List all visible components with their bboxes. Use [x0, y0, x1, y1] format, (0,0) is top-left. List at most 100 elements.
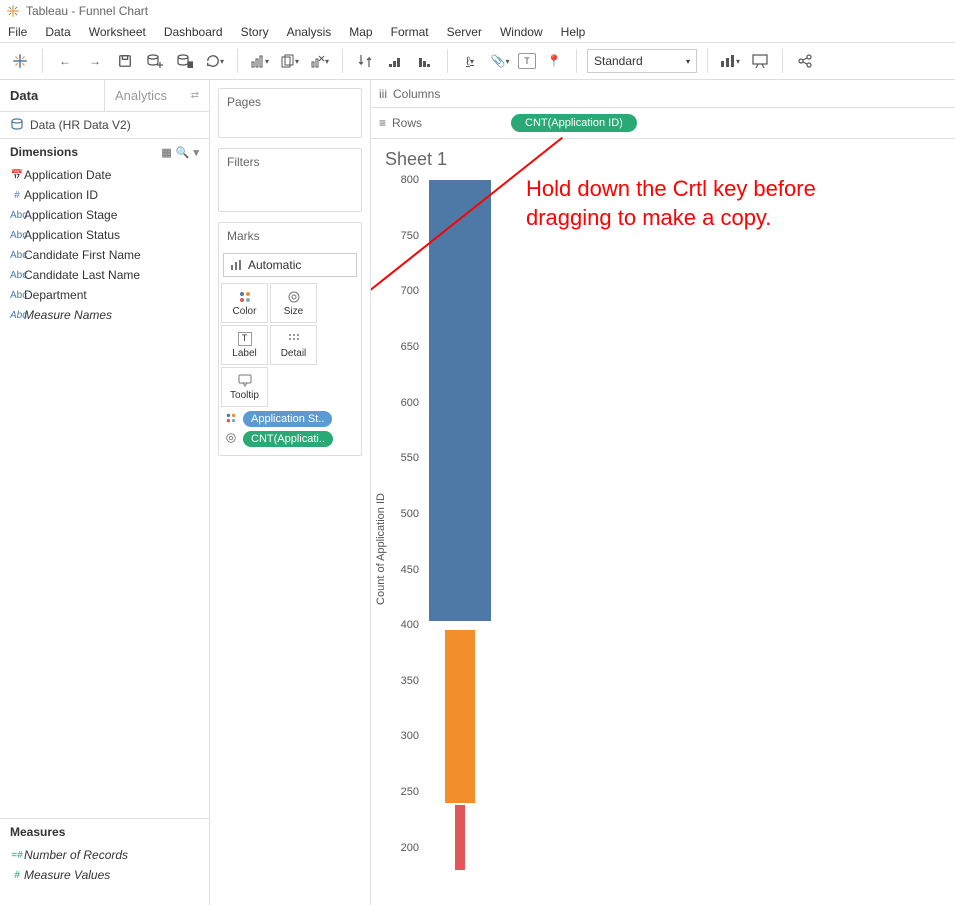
pages-shelf[interactable]: Pages	[218, 88, 362, 138]
titlebar: Tableau - Funnel Chart	[0, 0, 955, 22]
search-icon[interactable]: 🔍	[176, 146, 190, 159]
menu-analysis[interactable]: Analysis	[287, 25, 332, 39]
menu-server[interactable]: Server	[447, 25, 482, 39]
size-button[interactable]: Size	[270, 283, 317, 323]
show-me-button[interactable]: ▾	[718, 49, 742, 73]
y-tick: 500	[401, 508, 419, 520]
save-button[interactable]	[113, 49, 137, 73]
new-datasource-button[interactable]	[143, 49, 167, 73]
datasource-row[interactable]: Data (HR Data V2)	[0, 112, 209, 139]
mark-type-dropdown[interactable]: Automatic	[223, 253, 357, 277]
y-tick: 200	[401, 842, 419, 854]
y-tick: 300	[401, 730, 419, 742]
menu-icon[interactable]: ▾	[193, 146, 199, 159]
swap-button[interactable]	[353, 49, 377, 73]
label-icon: T	[238, 332, 252, 346]
tooltip-icon	[238, 374, 252, 388]
bar-segment[interactable]	[455, 805, 465, 870]
menu-format[interactable]: Format	[391, 25, 429, 39]
tab-analytics[interactable]: Analytics⇄	[104, 80, 209, 111]
rows-pill-cnt-application-id[interactable]: CNT(Application ID)	[511, 114, 637, 132]
y-tick: 650	[401, 341, 419, 353]
menu-map[interactable]: Map	[349, 25, 372, 39]
back-button[interactable]: ←	[53, 49, 77, 73]
menu-data[interactable]: Data	[45, 25, 70, 39]
shelves-column: Pages Filters Marks Automatic Color Size…	[210, 80, 370, 905]
size-icon	[287, 290, 301, 304]
group-button[interactable]: 📎▾	[488, 49, 512, 73]
dimensions-header: Dimensions ▦ 🔍 ▾	[0, 139, 209, 165]
new-sheet-button[interactable]: ▾	[248, 49, 272, 73]
sort-desc-button[interactable]	[413, 49, 437, 73]
detail-button[interactable]: Detail	[270, 325, 317, 365]
columns-icon: iii	[379, 87, 387, 101]
color-icon	[238, 290, 252, 304]
menu-help[interactable]: Help	[561, 25, 586, 39]
text-icon: Abc	[10, 270, 24, 281]
label-button[interactable]: TLabel	[221, 325, 268, 365]
tableau-home-icon[interactable]	[8, 49, 32, 73]
bar-segment[interactable]	[445, 630, 475, 804]
chart-area: Count of Application ID 2002503003504004…	[371, 180, 955, 905]
plot-area	[425, 180, 935, 870]
text-icon: Abc	[10, 290, 24, 301]
field-candidate-first-name[interactable]: AbcCandidate First Name	[0, 245, 209, 265]
bar-segment[interactable]	[429, 180, 491, 621]
fit-dropdown[interactable]: Standard▾	[587, 49, 697, 73]
pause-updates-button[interactable]	[173, 49, 197, 73]
menu-worksheet[interactable]: Worksheet	[89, 25, 146, 39]
view-mode-icon[interactable]: ▦	[161, 146, 171, 159]
tab-data[interactable]: Data	[0, 80, 104, 111]
date-icon: 📅	[10, 170, 24, 181]
columns-shelf[interactable]: iiiColumns	[371, 80, 955, 108]
rows-shelf[interactable]: ≡Rows CNT(Application ID)	[371, 108, 955, 139]
marks-card: Marks Automatic Color Size TLabel Detail…	[218, 222, 362, 456]
sort-asc-button[interactable]	[383, 49, 407, 73]
menu-story[interactable]: Story	[241, 25, 269, 39]
size-icon	[223, 432, 239, 447]
field-application-date[interactable]: 📅Application Date	[0, 165, 209, 185]
presentation-button[interactable]	[748, 49, 772, 73]
sheet-title[interactable]: Sheet 1	[371, 139, 955, 180]
menu-dashboard[interactable]: Dashboard	[164, 25, 223, 39]
y-tick: 400	[401, 619, 419, 631]
field-candidate-last-name[interactable]: AbcCandidate Last Name	[0, 265, 209, 285]
field-application-id[interactable]: #Application ID	[0, 185, 209, 205]
menu-window[interactable]: Window	[500, 25, 543, 39]
dimensions-list: 📅Application Date #Application ID AbcApp…	[0, 165, 209, 325]
text-icon: Abc	[10, 210, 24, 221]
field-application-status[interactable]: AbcApplication Status	[0, 225, 209, 245]
filters-shelf[interactable]: Filters	[218, 148, 362, 212]
pin-button[interactable]: 📍	[542, 49, 566, 73]
label-button[interactable]: T	[518, 53, 536, 69]
field-department[interactable]: AbcDepartment	[0, 285, 209, 305]
toolbar: ← → ▾ ▾ ▾ ▾ ℓ▾ 📎▾ T 📍 Standard▾ ▾	[0, 42, 955, 80]
field-application-stage[interactable]: AbcApplication Stage	[0, 205, 209, 225]
duplicate-sheet-button[interactable]: ▾	[278, 49, 302, 73]
text-icon: Abc	[10, 250, 24, 261]
field-measure-values[interactable]: #Measure Values	[0, 865, 209, 885]
forward-button[interactable]: →	[83, 49, 107, 73]
y-tick: 700	[401, 285, 419, 297]
text-icon: Abc	[10, 230, 24, 241]
tableau-logo-icon	[6, 4, 20, 18]
rows-icon: ≡	[379, 116, 386, 130]
clear-sheet-button[interactable]: ▾	[308, 49, 332, 73]
refresh-button[interactable]: ▾	[203, 49, 227, 73]
highlight-button[interactable]: ℓ▾	[458, 49, 482, 73]
y-tick: 250	[401, 786, 419, 798]
bar-icon	[230, 259, 242, 271]
tooltip-button[interactable]: Tooltip	[221, 367, 268, 407]
y-tick: 550	[401, 452, 419, 464]
field-number-of-records[interactable]: =#Number of Records	[0, 845, 209, 865]
menubar: File Data Worksheet Dashboard Story Anal…	[0, 22, 955, 42]
menu-file[interactable]: File	[8, 25, 27, 39]
number-icon: #	[10, 190, 24, 201]
share-button[interactable]	[793, 49, 817, 73]
mark-pill-application-status[interactable]: Application St..	[219, 409, 361, 429]
mark-pill-cnt-application[interactable]: CNT(Applicati..	[219, 429, 361, 449]
color-button[interactable]: Color	[221, 283, 268, 323]
calc-number-icon: =#	[10, 850, 24, 861]
field-measure-names[interactable]: AbcMeasure Names	[0, 305, 209, 325]
y-tick: 350	[401, 675, 419, 687]
